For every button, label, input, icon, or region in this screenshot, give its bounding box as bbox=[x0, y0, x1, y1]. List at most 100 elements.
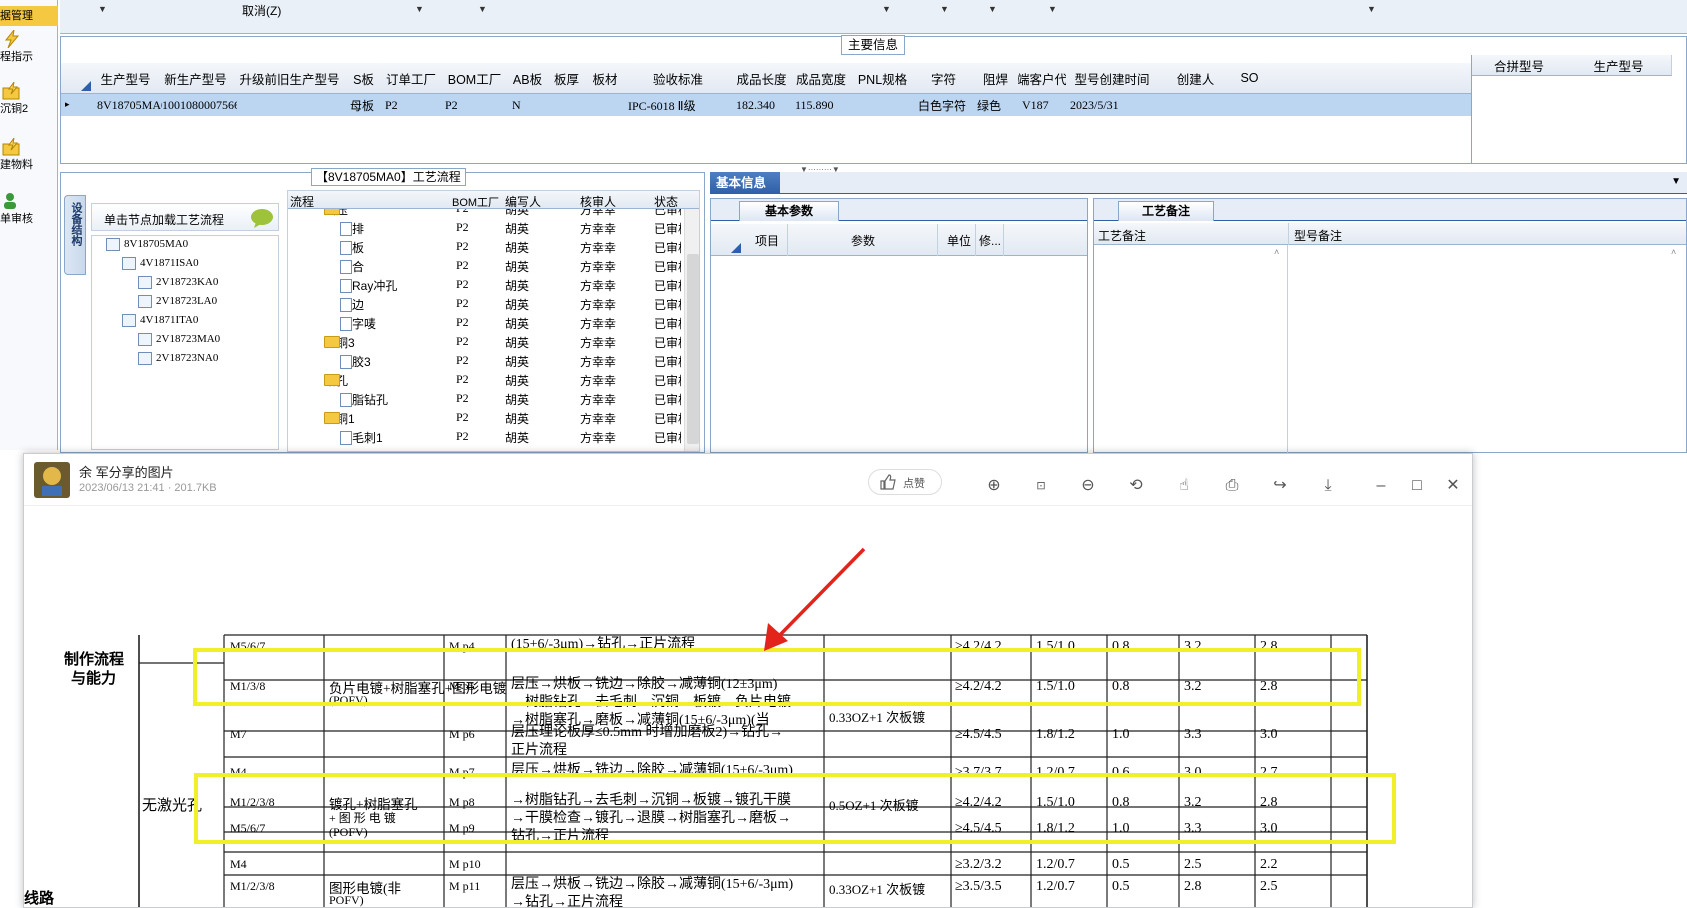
col-header[interactable]: BOM工厂 bbox=[452, 194, 499, 210]
col-header[interactable]: 型号创建时间 bbox=[1066, 63, 1159, 94]
tree-node-label: 4V1871ISA0 bbox=[140, 257, 199, 270]
scrollbar-thumb[interactable] bbox=[687, 254, 699, 444]
col-header[interactable]: 项目 bbox=[755, 232, 779, 249]
cancel-button[interactable]: 取消(Z) bbox=[242, 2, 281, 19]
col-header[interactable]: 工艺备注 bbox=[1098, 227, 1146, 244]
tab-device-structure[interactable]: 设备结构 bbox=[64, 195, 86, 275]
dropdown-arrow-icon[interactable]: ▼ bbox=[940, 4, 949, 14]
col-header[interactable]: 型号备注 bbox=[1294, 227, 1342, 244]
download-icon[interactable]: ⤓ bbox=[1317, 475, 1339, 497]
col-header[interactable]: 验收标准 bbox=[624, 63, 733, 94]
doc-text: 1.8/1.2 bbox=[1036, 727, 1075, 742]
dropdown-arrow-icon[interactable]: ▼ bbox=[1367, 4, 1376, 14]
table-row[interactable]: 钻孔 P2 胡英 方幸幸 已审核 bbox=[288, 370, 681, 389]
col-header[interactable]: 生产型号 bbox=[93, 63, 159, 94]
col-header[interactable]: 参数 bbox=[851, 232, 875, 249]
col-header[interactable]: 阻焊 bbox=[973, 63, 1019, 94]
tree-node[interactable]: 4V1871ITA0 bbox=[122, 314, 198, 327]
dropdown-arrow-icon[interactable]: ▼ bbox=[882, 4, 891, 14]
col-header[interactable]: AB板 bbox=[508, 63, 548, 94]
col-header[interactable]: 状态 bbox=[654, 193, 678, 210]
sidebar-item-material[interactable]: 建物料 bbox=[0, 138, 58, 172]
col-header[interactable]: 终端客户代码 bbox=[1018, 63, 1067, 94]
flow-name-cell: 压合 bbox=[340, 258, 364, 275]
minimize-icon[interactable]: – bbox=[1370, 475, 1392, 497]
scrollbar[interactable] bbox=[684, 209, 699, 451]
col-header[interactable]: 成品宽度 bbox=[791, 63, 852, 94]
col-header[interactable]: S板 bbox=[346, 63, 382, 94]
tree-node[interactable]: 2V18723KA0 bbox=[138, 276, 218, 289]
table-row[interactable]: 层压 P2 胡英 方幸幸 已审核 bbox=[288, 209, 681, 218]
table-row[interactable]: 树脂钻孔 P2 胡英 方幸幸 已审核 bbox=[288, 389, 681, 408]
hand-pointer-icon[interactable]: ☝ bbox=[1173, 475, 1195, 497]
close-icon[interactable]: ✕ bbox=[1442, 475, 1464, 497]
col-header[interactable]: 核审人 bbox=[580, 193, 616, 210]
table-row[interactable]: 打字唛 P2 胡英 方幸幸 已审核 bbox=[288, 313, 681, 332]
table-row[interactable]: 预排 P2 胡英 方幸幸 已审核 bbox=[288, 218, 681, 237]
table-row[interactable]: 沉铜3 P2 胡英 方幸幸 已审核 bbox=[288, 332, 681, 351]
tab-basic-params[interactable]: 基本参数 bbox=[739, 201, 839, 221]
scroll-up-icon[interactable]: ˄ bbox=[1671, 247, 1676, 257]
tree-node[interactable]: 8V18705MA0 bbox=[106, 238, 188, 251]
user-check-icon bbox=[4, 193, 16, 209]
col-header[interactable]: 修... bbox=[979, 232, 1001, 249]
zoom-out-icon[interactable]: ⊖ bbox=[1077, 475, 1099, 497]
col-header[interactable]: 创建人 bbox=[1158, 63, 1234, 94]
tree-node[interactable]: 2V18723MA0 bbox=[138, 333, 220, 346]
avatar[interactable] bbox=[34, 462, 70, 498]
table-cell bbox=[851, 94, 918, 116]
tree-node[interactable]: 4V1871ISA0 bbox=[122, 257, 199, 270]
process-remarks-field[interactable] bbox=[1094, 245, 1288, 453]
sidebar-item-process[interactable]: 程指示 bbox=[0, 30, 58, 64]
col-header[interactable]: 字符 bbox=[914, 63, 974, 94]
tab-basic-info[interactable]: 基本信息 bbox=[710, 172, 780, 194]
dropdown-arrow-icon[interactable]: ▼ bbox=[1671, 176, 1681, 187]
zoom-in-icon[interactable]: ⊕ bbox=[983, 475, 1005, 497]
sidebar-item-copper[interactable]: 沉铜2 bbox=[0, 82, 58, 116]
dropdown-arrow-icon[interactable]: ▼ bbox=[415, 4, 424, 14]
col-header[interactable]: 单位 bbox=[947, 232, 971, 249]
table-row[interactable]: 去毛刺1 P2 胡英 方幸幸 已审核 bbox=[288, 427, 681, 446]
col-header[interactable]: 升级前旧生产型号 bbox=[233, 63, 347, 94]
share-icon[interactable]: ↪ bbox=[1269, 475, 1291, 497]
tree-node[interactable]: 2V18723NA0 bbox=[138, 352, 218, 365]
like-button[interactable]: 点赞 bbox=[868, 469, 942, 495]
flow-bom: P2 bbox=[456, 391, 469, 405]
col-header[interactable]: 新生产型号 bbox=[158, 63, 234, 94]
sidebar-item-review[interactable]: 单审核 bbox=[0, 192, 58, 226]
col-header[interactable]: PNL规格 bbox=[851, 63, 915, 94]
maximize-icon[interactable]: □ bbox=[1406, 475, 1428, 497]
flow-status: 已审核 bbox=[654, 412, 681, 426]
col-header[interactable]: 订单工厂 bbox=[381, 63, 442, 94]
col-header[interactable]: 编写人 bbox=[505, 193, 541, 210]
tree-node[interactable]: 2V18723LA0 bbox=[138, 295, 217, 308]
dropdown-arrow-icon[interactable]: ▼ bbox=[1048, 4, 1057, 14]
table-row[interactable]: 排板 P2 胡英 方幸幸 已审核 bbox=[288, 237, 681, 256]
sidebar-item-management[interactable]: 据管理 bbox=[0, 6, 58, 26]
actual-size-icon[interactable]: ⊡ bbox=[1030, 475, 1052, 497]
scroll-up-icon[interactable]: ˄ bbox=[1274, 247, 1279, 257]
table-row[interactable]: 铣边 P2 胡英 方幸幸 已审核 bbox=[288, 294, 681, 313]
flow-name-cell: 层压 bbox=[324, 209, 348, 218]
rotate-icon[interactable]: ⟲ bbox=[1125, 475, 1147, 497]
col-header[interactable]: 合拼型号 bbox=[1472, 55, 1567, 76]
viewer-titlebar: 余 军分享的图片 2023/06/13 21:41 · 201.7KB 点赞 ⊕… bbox=[24, 454, 1472, 506]
col-header[interactable]: 板厚 bbox=[547, 63, 587, 94]
col-header[interactable]: SO bbox=[1233, 63, 1267, 94]
col-header[interactable]: 流程 bbox=[290, 193, 314, 210]
table-row[interactable]: 沉铜1 P2 胡英 方幸幸 已审核 bbox=[288, 408, 681, 427]
doc-text: 0.5 bbox=[1112, 879, 1130, 894]
table-row[interactable]: 压合 P2 胡英 方幸幸 已审核 bbox=[288, 256, 681, 275]
col-header[interactable]: 成品长度 bbox=[732, 63, 792, 94]
col-header[interactable]: BOM工厂 bbox=[441, 63, 509, 94]
dropdown-arrow-icon[interactable]: ▼ bbox=[98, 4, 107, 14]
dropdown-arrow-icon[interactable]: ▼ bbox=[478, 4, 487, 14]
dropdown-arrow-icon[interactable]: ▼ bbox=[988, 4, 997, 14]
col-header[interactable]: 板材 bbox=[586, 63, 625, 94]
tree-node-label: 4V1871ITA0 bbox=[140, 314, 199, 327]
table-row[interactable]: 除胶3 P2 胡英 方幸幸 已审核 bbox=[288, 351, 681, 370]
col-header[interactable]: 生产型号 bbox=[1566, 55, 1672, 76]
tab-process-remarks[interactable]: 工艺备注 bbox=[1118, 201, 1214, 221]
table-row[interactable]: X-Ray冲孔 P2 胡英 方幸幸 已审核 bbox=[288, 275, 681, 294]
print-icon[interactable]: ⎙ bbox=[1221, 475, 1243, 497]
